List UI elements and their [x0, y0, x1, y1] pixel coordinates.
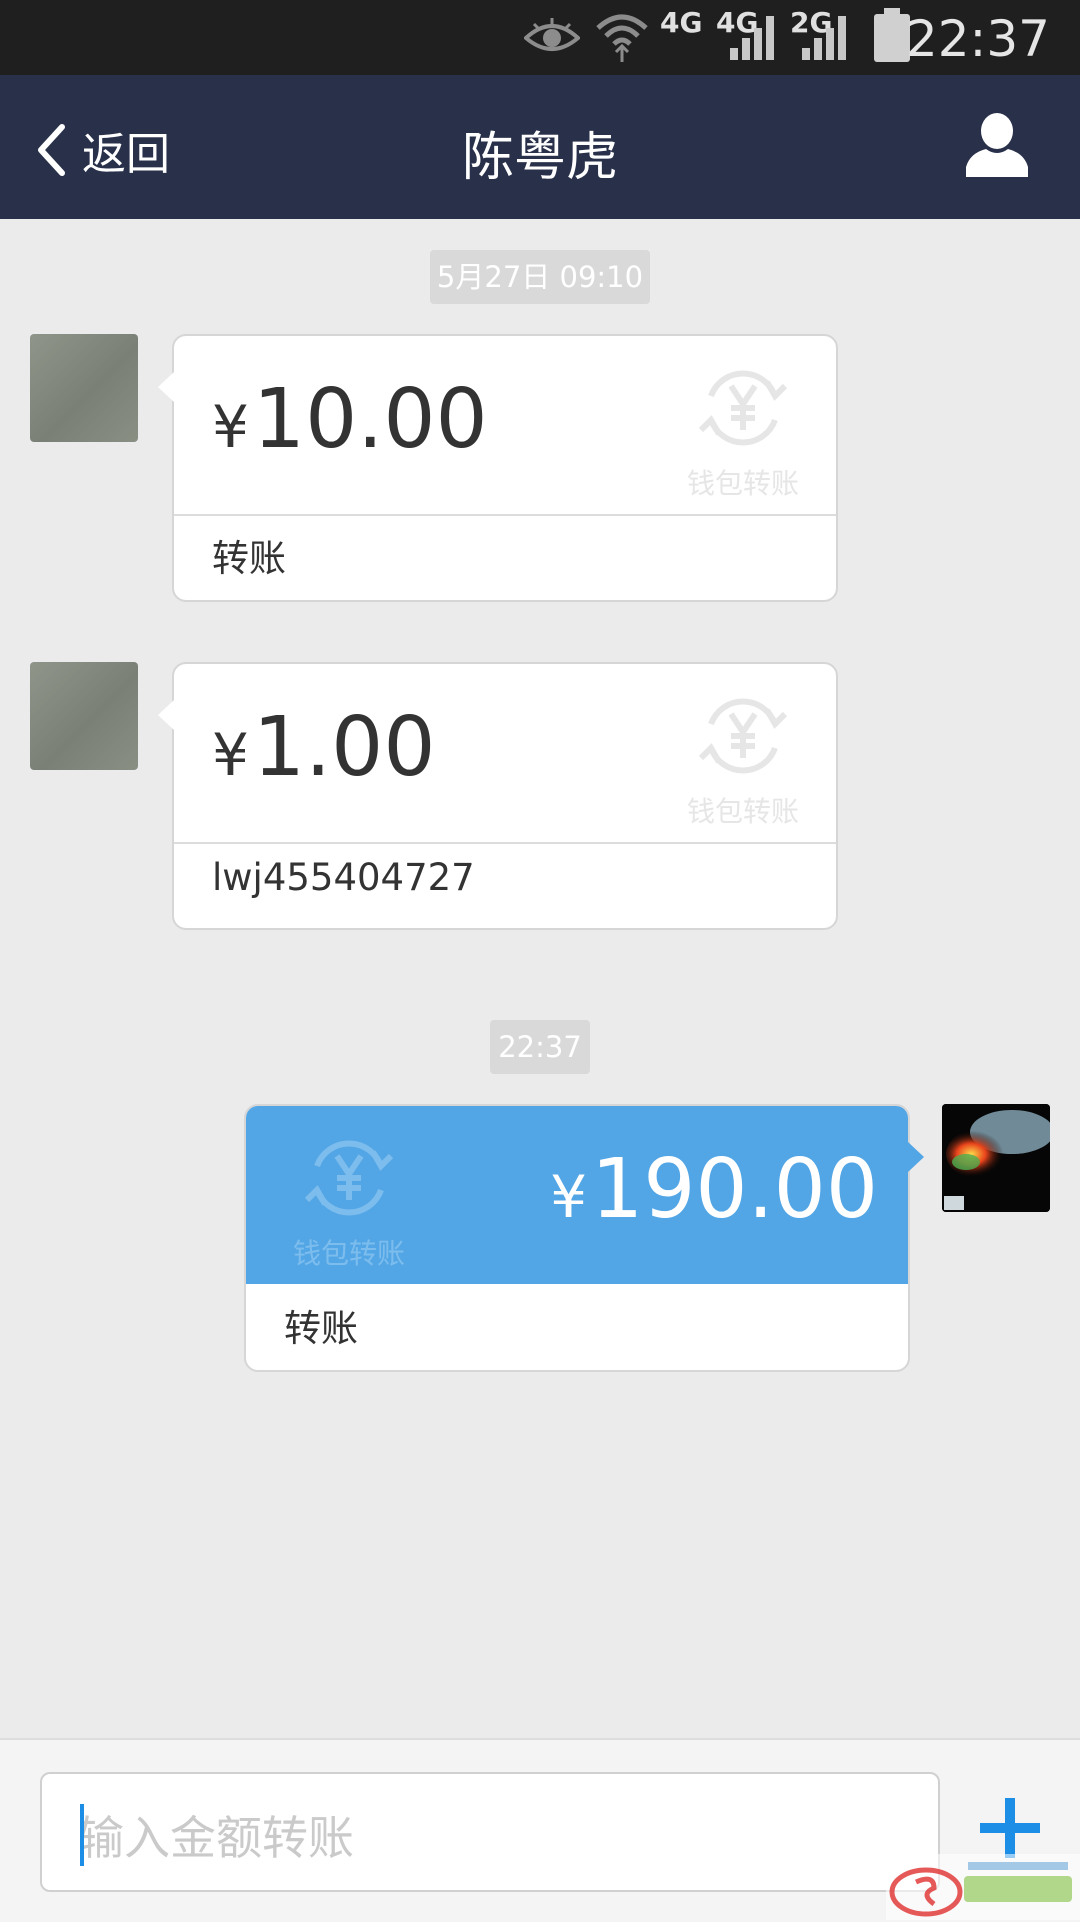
profile-icon[interactable]: [966, 113, 1028, 177]
amount-value: 10.00: [252, 372, 488, 467]
timestamp: 22:37: [490, 1020, 590, 1074]
transfer-amount: ¥190.00: [550, 1142, 878, 1237]
transfer-amount: ¥10.00: [212, 372, 488, 467]
wallet-transfer-badge: 钱包转账: [678, 690, 808, 830]
transfer-amount: ¥1.00: [212, 700, 435, 795]
transfer-note: 转账: [284, 1307, 358, 1350]
amount-input-placeholder: 输入金额转账: [78, 1811, 354, 1865]
transfer-card[interactable]: ¥10.00 钱包转账 转账: [158, 334, 838, 602]
contact-avatar[interactable]: [30, 334, 138, 442]
wallet-badge-label: 钱包转账: [686, 467, 799, 500]
status-bar: 4G 4G 2G 22:37: [0, 0, 1080, 75]
bubble-tail: [158, 700, 174, 730]
amount-value: 1.00: [252, 700, 436, 795]
watermark-logo: [886, 1854, 1080, 1920]
timestamp: 5月27日 09:10: [430, 250, 650, 304]
yuan-transfer-icon: [304, 1140, 394, 1216]
contact-avatar[interactable]: [30, 662, 138, 770]
transfer-amount-area: ¥1.00 钱包转账: [174, 664, 836, 844]
page-title: 陈粤虎: [461, 128, 618, 188]
wallet-transfer-badge: 钱包转账: [678, 362, 808, 502]
amount-input[interactable]: 输入金额转账: [40, 1772, 940, 1892]
transfer-card[interactable]: ¥1.00 钱包转账 lwj455404727: [158, 662, 838, 930]
signal-icon: [730, 16, 774, 60]
wallet-badge-label: 钱包转账: [686, 795, 799, 828]
avatar-image: [942, 1104, 1050, 1212]
transfer-amount-area: 钱包转账 ¥190.00: [246, 1106, 908, 1284]
currency-symbol: ¥: [212, 721, 249, 789]
transfer-note: 转账: [212, 537, 286, 580]
yuan-transfer-icon: [698, 370, 788, 446]
navigation-bar: 返回 陈粤虎: [0, 75, 1080, 219]
signal-icon: [802, 16, 846, 60]
amount-value: 190.00: [591, 1142, 878, 1237]
transfer-card-sent[interactable]: 钱包转账 ¥190.00 转账: [244, 1104, 924, 1372]
transfer-amount-area: ¥10.00 钱包转账: [174, 336, 836, 516]
currency-symbol: ¥: [212, 393, 249, 461]
wallet-transfer-badge: 钱包转账: [284, 1132, 414, 1272]
wifi-icon: [596, 14, 648, 62]
eye-icon: [524, 18, 580, 51]
wallet-badge-label: 钱包转账: [292, 1237, 405, 1270]
currency-symbol: ¥: [550, 1163, 588, 1231]
signal-label-1: 4G: [660, 6, 703, 39]
user-avatar[interactable]: [942, 1104, 1050, 1212]
bubble-tail: [158, 372, 174, 402]
yuan-transfer-icon: [698, 698, 788, 774]
text-cursor: [80, 1804, 84, 1866]
plus-icon[interactable]: [978, 1796, 1042, 1860]
transfer-note: lwj455404727: [212, 856, 475, 899]
status-time: 22:37: [905, 10, 1050, 68]
bubble-tail: [908, 1142, 924, 1172]
